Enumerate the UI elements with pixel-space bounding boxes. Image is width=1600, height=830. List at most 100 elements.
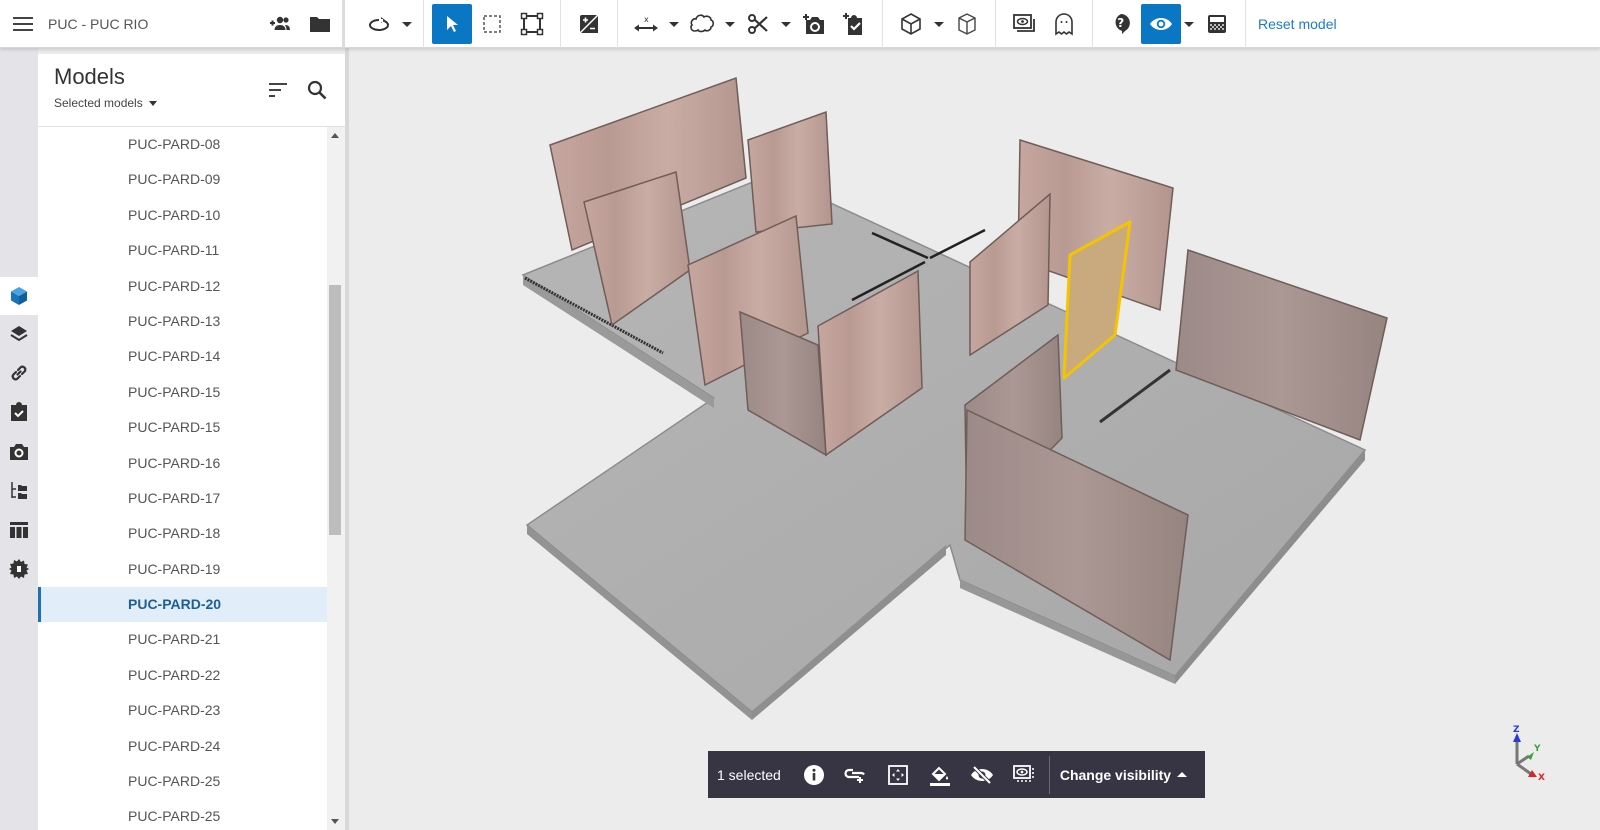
wall-panel[interactable] [747, 110, 833, 233]
exposure-group [561, 0, 618, 48]
markup-cloud-button[interactable] [682, 4, 722, 44]
model-list-item[interactable]: PUC-PARD-25 [38, 764, 327, 799]
project-title: PUC - PUC RIO [48, 16, 149, 32]
orbit-menu-caret[interactable] [399, 4, 415, 44]
add-snapshot-button[interactable] [794, 4, 834, 44]
hide-button[interactable] [961, 755, 1003, 795]
rail-snapshots-tab[interactable] [0, 433, 38, 471]
reset-model-link[interactable]: Reset model [1246, 16, 1337, 32]
rail-layers-tab[interactable] [0, 315, 38, 353]
isolate-group [996, 0, 1093, 48]
model-list-item[interactable]: PUC-PARD-22 [38, 658, 327, 693]
model-list-item[interactable]: PUC-PARD-23 [38, 693, 327, 728]
select-button[interactable] [432, 4, 472, 44]
isolate-button[interactable] [1004, 4, 1044, 44]
eye-layers-icon [1013, 14, 1035, 32]
fit-to-view-button[interactable] [512, 4, 552, 44]
info-button[interactable] [793, 755, 835, 795]
model-list-item[interactable]: PUC-PARD-20 [38, 587, 327, 623]
top-toolbar: PUC - PUC RIO x ? Reset model [0, 0, 1600, 48]
model-list-item[interactable]: PUC-PARD-17 [38, 481, 327, 516]
gear-badge-icon [9, 559, 29, 579]
area-select-button[interactable] [472, 4, 512, 44]
search-icon[interactable] [305, 78, 329, 102]
hierarchy-icon [11, 482, 27, 499]
rail-table-tab[interactable] [0, 511, 38, 549]
change-visibility-dropdown[interactable]: Change visibility [1060, 767, 1187, 783]
info-icon [803, 764, 824, 785]
model-list-item[interactable]: PUC-PARD-21 [38, 622, 327, 657]
section-menu-caret[interactable] [778, 4, 794, 44]
models-panel-header: Models Selected models [38, 54, 345, 127]
view-group [883, 0, 996, 48]
eye-icon [1150, 18, 1172, 30]
visibility-button[interactable] [1141, 4, 1181, 44]
add-task-button[interactable] [834, 4, 874, 44]
view-cube-button[interactable] [891, 4, 931, 44]
add-user-icon[interactable] [268, 12, 292, 36]
view-cube-menu-caret[interactable] [931, 4, 947, 44]
rail-tasks-tab[interactable] [0, 393, 38, 431]
isolate-selection-button[interactable] [1003, 755, 1045, 795]
clipboard-check-icon [11, 402, 27, 421]
help-button[interactable]: ? [1101, 4, 1141, 44]
orbit-button[interactable] [359, 4, 399, 44]
render-mode-button[interactable] [1197, 4, 1237, 44]
scroll-down-arrow-icon[interactable] [331, 819, 339, 824]
y-axis-label: Y [1533, 744, 1541, 754]
table-icon [10, 522, 28, 538]
section-button[interactable] [738, 4, 778, 44]
projection-button[interactable] [947, 4, 987, 44]
selection-group [424, 0, 561, 48]
sort-icon[interactable] [266, 78, 290, 102]
selection-count: 1 selected [717, 766, 781, 783]
model-list-item[interactable]: PUC-PARD-16 [38, 446, 327, 481]
model-list-item[interactable]: PUC-PARD-18 [38, 516, 327, 551]
model-list-item[interactable]: PUC-PARD-14 [38, 339, 327, 374]
model-list-item[interactable]: PUC-PARD-09 [38, 162, 327, 197]
3d-viewport[interactable]: 1 selected Change visibility Z Y X [349, 48, 1600, 830]
scroll-up-arrow-icon[interactable] [331, 133, 339, 138]
model-list-item[interactable]: PUC-PARD-25 [38, 799, 327, 830]
project-header: PUC - PUC RIO [0, 0, 345, 48]
measure-menu-caret[interactable] [666, 4, 682, 44]
model-list-item[interactable]: PUC-PARD-24 [38, 729, 327, 764]
ghost-button[interactable] [1044, 4, 1084, 44]
x-axis-label: X [1538, 773, 1545, 782]
model-filter-dropdown[interactable]: Selected models [54, 96, 157, 110]
3d-model-scene[interactable] [349, 48, 1600, 830]
visibility-menu-caret[interactable] [1181, 4, 1197, 44]
model-list-item[interactable]: PUC-PARD-08 [38, 127, 327, 162]
clipboard-check-icon [843, 13, 862, 35]
rail-settings-tab[interactable] [0, 550, 38, 588]
rail-hierarchy-tab[interactable] [0, 472, 38, 510]
link-icon [11, 365, 27, 381]
camera-icon [10, 444, 28, 460]
markup-menu-caret[interactable] [722, 4, 738, 44]
model-list-item[interactable]: PUC-PARD-15 [38, 410, 327, 445]
link-add-icon [844, 768, 865, 783]
models-list-scrollbar[interactable] [327, 127, 345, 830]
hamburger-menu-icon[interactable] [13, 17, 33, 31]
cube-outline-icon [958, 13, 976, 35]
model-list-item[interactable]: PUC-PARD-12 [38, 269, 327, 304]
model-list-item[interactable]: PUC-PARD-19 [38, 552, 327, 587]
markup-group: x [618, 0, 883, 48]
rail-models-tab[interactable] [0, 277, 38, 315]
paint-bucket-icon [929, 766, 950, 786]
svg-text:?: ? [1117, 16, 1124, 30]
scrollbar-thumb[interactable] [329, 285, 341, 535]
divider [1048, 755, 1050, 794]
model-list-item[interactable]: PUC-PARD-15 [38, 375, 327, 410]
measure-button[interactable]: x [626, 4, 666, 44]
model-list-item[interactable]: PUC-PARD-11 [38, 233, 327, 268]
cube-icon [11, 287, 27, 305]
link-to-button[interactable] [835, 755, 877, 795]
folder-icon[interactable] [308, 12, 332, 36]
model-list-item[interactable]: PUC-PARD-10 [38, 198, 327, 233]
zoom-to-selection-button[interactable] [877, 755, 919, 795]
color-fill-button[interactable] [919, 755, 961, 795]
exposure-button[interactable] [569, 4, 609, 44]
rail-links-tab[interactable] [0, 354, 38, 392]
model-list-item[interactable]: PUC-PARD-13 [38, 304, 327, 339]
